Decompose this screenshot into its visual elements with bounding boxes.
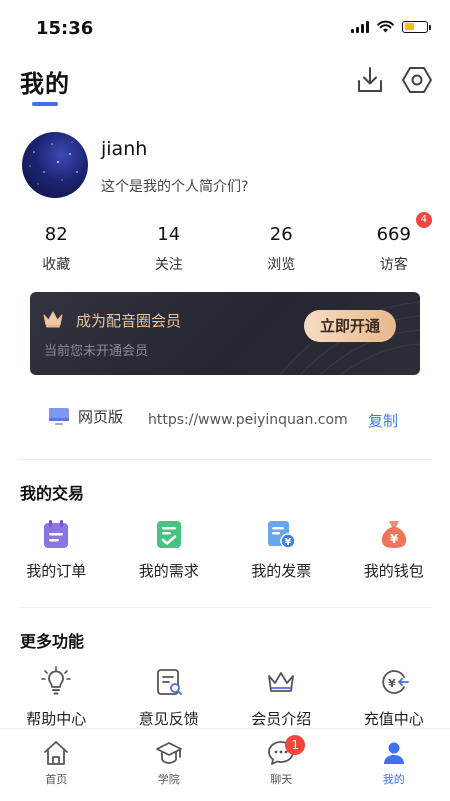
status-time: 15:36 — [36, 18, 93, 39]
tab-home[interactable]: 首页 — [0, 729, 113, 801]
stat-value: 669 — [338, 224, 450, 248]
page-title: 我的 — [20, 64, 70, 99]
settings-icon[interactable] — [401, 64, 433, 96]
my-orders-button[interactable]: 我的订单 — [0, 518, 113, 581]
avatar[interactable] — [22, 132, 88, 198]
cellular-signal-icon — [351, 21, 369, 33]
profile-bio: 这个是我的个人简介们? — [101, 176, 248, 196]
web-version-label: 网页版 — [78, 406, 123, 427]
my-invoices-button[interactable]: ¥ 我的发票 — [225, 518, 338, 581]
download-icon[interactable] — [354, 64, 386, 96]
order-icon — [40, 518, 72, 550]
chat-unread-badge: 1 — [285, 735, 305, 755]
academy-cap-icon — [155, 739, 183, 767]
stat-visitors[interactable]: 4 669 访客 — [338, 224, 450, 274]
grid-label: 充值中心 — [364, 708, 424, 729]
membership-intro-button[interactable]: 会员介绍 — [225, 666, 338, 729]
section-title-more: 更多功能 — [20, 628, 84, 652]
crown-icon — [265, 666, 297, 698]
help-center-button[interactable]: 帮助中心 — [0, 666, 113, 729]
tab-label: 学院 — [158, 771, 180, 787]
stat-value: 26 — [225, 224, 338, 248]
title-underline — [32, 102, 58, 106]
svg-text:¥: ¥ — [285, 537, 292, 548]
wifi-icon — [377, 20, 394, 33]
invoice-icon: ¥ — [265, 518, 297, 550]
stat-views[interactable]: 26 浏览 — [225, 224, 338, 274]
vip-banner[interactable]: 成为配音圈会员 当前您未开通会员 立即开通 — [30, 292, 420, 375]
help-bulb-icon — [40, 666, 72, 698]
grid-label: 意见反馈 — [139, 708, 199, 729]
tab-bar: 首页 学院 1 聊天 我的 — [0, 728, 450, 801]
tab-label: 我的 — [383, 771, 405, 787]
stat-label: 浏览 — [225, 254, 338, 274]
monitor-icon — [48, 407, 70, 427]
stat-label: 收藏 — [0, 254, 113, 274]
username[interactable]: jianh — [101, 138, 147, 160]
profile-icon — [380, 739, 408, 767]
section-title-transactions: 我的交易 — [20, 480, 84, 504]
tab-label: 聊天 — [270, 771, 292, 787]
my-demands-button[interactable]: 我的需求 — [113, 518, 226, 581]
copy-url-button[interactable]: 复制 — [368, 410, 398, 431]
grid-label: 帮助中心 — [26, 708, 86, 729]
grid-label: 我的发票 — [251, 560, 311, 581]
stat-label: 访客 — [338, 254, 450, 274]
tab-label: 首页 — [45, 771, 67, 787]
grid-label: 会员介绍 — [251, 708, 311, 729]
home-icon — [42, 739, 70, 767]
visitor-badge: 4 — [416, 212, 432, 228]
stat-value: 14 — [113, 224, 226, 248]
battery-icon — [402, 21, 428, 33]
feedback-button[interactable]: 意见反馈 — [113, 666, 226, 729]
tab-profile[interactable]: 我的 — [338, 729, 450, 801]
grid-label: 我的订单 — [26, 560, 86, 581]
my-wallet-button[interactable]: ¥ 我的钱包 — [338, 518, 450, 581]
wallet-icon: ¥ — [378, 518, 410, 550]
demand-icon — [153, 518, 185, 550]
vip-crown-icon — [42, 310, 64, 328]
stat-value: 82 — [0, 224, 113, 248]
recharge-center-button[interactable]: ¥ 充值中心 — [338, 666, 450, 729]
transactions-grid: 我的订单 我的需求 ¥ 我的发票 ¥ 我的钱包 — [0, 518, 450, 581]
profile-stats: 82 收藏 14 关注 26 浏览 4 669 访客 — [0, 224, 450, 274]
grid-label: 我的需求 — [139, 560, 199, 581]
stat-following[interactable]: 14 关注 — [113, 224, 226, 274]
recharge-icon: ¥ — [378, 666, 410, 698]
avatar-starfield-image — [22, 132, 88, 198]
grid-label: 我的钱包 — [364, 560, 424, 581]
divider — [18, 607, 432, 608]
status-icons — [351, 20, 428, 33]
stat-label: 关注 — [113, 254, 226, 274]
tab-chat[interactable]: 1 聊天 — [225, 729, 338, 801]
more-features-grid: 帮助中心 意见反馈 会员介绍 ¥ 充值中心 — [0, 666, 450, 729]
feedback-icon — [153, 666, 185, 698]
svg-text:¥: ¥ — [390, 532, 399, 546]
vip-subtitle: 当前您未开通会员 — [44, 340, 148, 359]
activate-vip-button[interactable]: 立即开通 — [304, 310, 396, 342]
divider — [18, 459, 432, 460]
web-url: https://www.peiyinquan.com — [148, 412, 348, 428]
svg-text:¥: ¥ — [388, 677, 396, 690]
stat-favorites[interactable]: 82 收藏 — [0, 224, 113, 274]
tab-academy[interactable]: 学院 — [113, 729, 226, 801]
web-version-row: 网页版 — [48, 406, 123, 427]
vip-title: 成为配音圈会员 — [76, 310, 181, 331]
